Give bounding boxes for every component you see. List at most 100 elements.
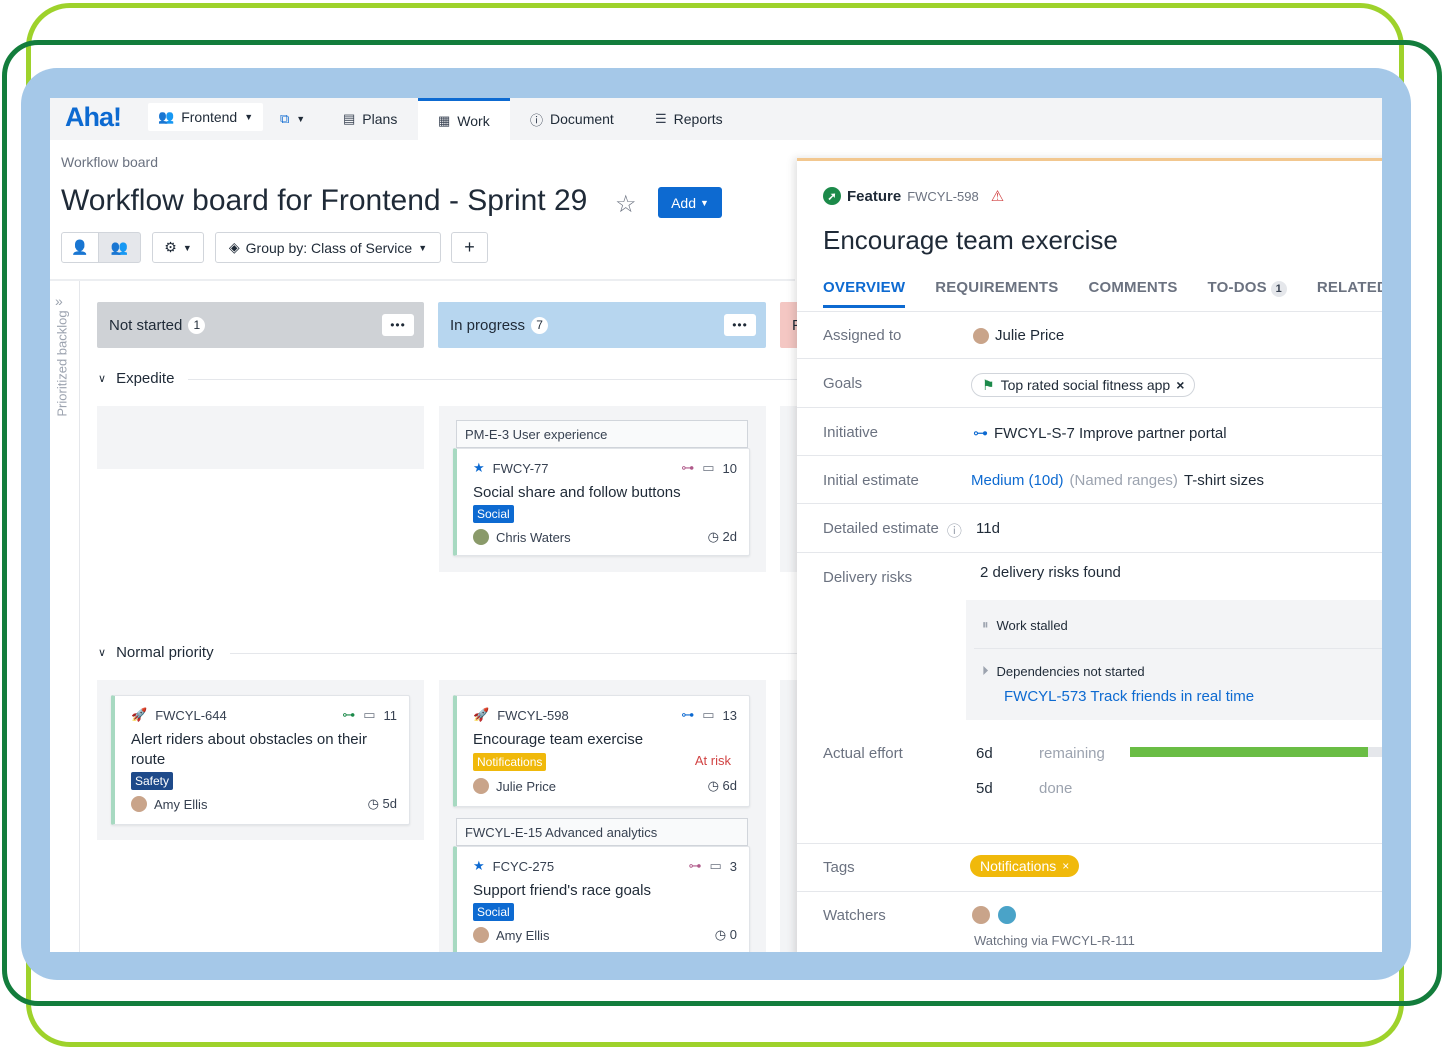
card-time: 6d: [722, 778, 737, 793]
prioritized-backlog-drawer[interactable]: » Prioritized backlog: [50, 281, 80, 952]
tag-chip-notifications[interactable]: Notifications ×: [970, 855, 1080, 877]
card-id: FWCYL-598: [497, 707, 569, 723]
nav-work[interactable]: ▦ Work: [418, 98, 510, 140]
initiative-value[interactable]: ⊶ FWCYL-S-7 Improve partner portal: [973, 424, 1227, 443]
column-header-not-started[interactable]: Not started 1 •••: [97, 302, 424, 348]
star-icon[interactable]: ☆: [615, 190, 637, 219]
caret-down-icon: ▼: [296, 114, 306, 124]
hierarchy-icon: ⊶: [342, 707, 356, 722]
avatar: [473, 778, 489, 794]
field-label: Actual effort: [823, 745, 903, 762]
risk-item[interactable]: ⏸ Work stalled: [982, 617, 1068, 633]
caret-down-icon: ▼: [182, 242, 192, 253]
chevron-down-icon: ∨: [98, 373, 107, 385]
feature-card[interactable]: ★ FCYC-275 ⊶ ▭ 3 Support friend's race goal…: [453, 846, 750, 952]
column-count: 7: [531, 316, 549, 334]
field-label: Detailed estimate: [823, 520, 939, 537]
hierarchy-icon: ⊶: [688, 858, 702, 873]
star-filled-icon: ★: [473, 858, 485, 873]
feature-detail-panel: ➚ Feature FWCYL-598 ⚠ Encourage team exe…: [797, 158, 1382, 952]
lane-label: Expedite: [116, 370, 175, 387]
lane-normal-priority[interactable]: ∨ Normal priority: [98, 644, 214, 661]
tab-requirements[interactable]: REQUIREMENTS: [935, 279, 1058, 308]
comment-count: 13: [722, 707, 737, 723]
add-column-button[interactable]: +: [451, 232, 488, 263]
detailed-estimate-value[interactable]: 11d: [976, 520, 1000, 537]
settings-button[interactable]: ⚙ ▼: [152, 232, 204, 263]
comment-icon: ▭: [363, 707, 376, 722]
recent-menu-button[interactable]: ⧉ ▼: [280, 100, 305, 138]
aha-logo[interactable]: Aha!: [65, 102, 122, 133]
workspace-label: Frontend: [181, 109, 238, 125]
risk-item[interactable]: ⏵ Dependencies not started: [982, 663, 1145, 679]
star-filled-icon: ★: [473, 460, 485, 475]
feature-card[interactable]: 🚀 FWCYL-598 ⊶ ▭ 13 Encourage team exercise …: [453, 695, 750, 807]
feature-card[interactable]: 🚀 FWCYL-644 ⊶ ▭ 11 Alert riders about obsta…: [111, 695, 410, 825]
chevron-down-icon: ∨: [98, 647, 107, 659]
initial-estimate-value[interactable]: Medium (10d) (Named ranges) T-shirt sizes: [971, 472, 1264, 489]
tab-todos[interactable]: TO-DOS 1: [1208, 279, 1287, 308]
add-button[interactable]: Add ▼: [658, 187, 722, 218]
tab-label: TO-DOS: [1207, 279, 1267, 296]
epic-header[interactable]: PM-E-3 User experience: [456, 420, 748, 448]
card-title: Social share and follow buttons: [473, 484, 681, 501]
view-mine-button[interactable]: 👤: [61, 232, 99, 263]
record-title[interactable]: Encourage team exercise: [823, 225, 1118, 256]
warning-icon[interactable]: ⚠: [991, 187, 1004, 205]
person-icon: 👤: [71, 239, 89, 255]
recent-icon: ⧉: [280, 111, 290, 126]
more-menu-button[interactable]: •••: [724, 314, 756, 336]
card-time: 2d: [722, 529, 737, 544]
comment-icon: ▭: [709, 858, 722, 873]
remove-icon[interactable]: ×: [1176, 377, 1184, 393]
field-divider: [797, 455, 1382, 456]
hierarchy-icon: ⊶: [973, 425, 988, 442]
tab-overview[interactable]: OVERVIEW: [823, 279, 906, 308]
status-badge: At risk: [694, 753, 731, 768]
assignee-name: Chris Waters: [496, 529, 571, 545]
card-title: Support friend's race goals: [473, 882, 651, 899]
page-title: Workflow board for Frontend - Sprint 29: [61, 184, 588, 217]
tag-social: Social: [473, 505, 514, 523]
lane-expedite[interactable]: ∨ Expedite: [98, 370, 174, 387]
card-time: 5d: [382, 796, 397, 811]
nav-document[interactable]: ⓘ Document: [530, 100, 614, 138]
feature-card[interactable]: ★ FWCY-77 ⊶ ▭ 10 Social share and follow bu…: [453, 448, 750, 556]
more-menu-button[interactable]: •••: [382, 314, 414, 336]
watchers-list[interactable]: [972, 906, 1016, 924]
goal-chip[interactable]: ⚑ Top rated social fitness app ×: [971, 373, 1196, 397]
column-header-in-progress[interactable]: In progress 7 •••: [438, 302, 766, 348]
field-label: Delivery risks: [823, 569, 913, 586]
assigned-to-value[interactable]: Julie Price: [973, 327, 1064, 344]
pause-icon: ⏸: [982, 617, 989, 632]
comment-count: 10: [722, 460, 737, 476]
assignee-name: Amy Ellis: [496, 927, 550, 943]
card-id: FWCYL-644: [155, 707, 227, 723]
nav-reports[interactable]: ☰ Reports: [655, 100, 723, 138]
tab-comments[interactable]: COMMENTS: [1088, 279, 1177, 308]
backlog-label: Prioritized backlog: [54, 310, 70, 417]
delivery-risks-list: ⏸ Work stalled ⏵ Dependencies not started …: [966, 600, 1382, 720]
tab-related[interactable]: RELATED8: [1317, 279, 1382, 308]
dependency-link[interactable]: FWCYL-573 Track friends in real time: [1004, 688, 1254, 705]
tag-name: Notifications: [980, 858, 1057, 874]
remaining-value[interactable]: 6d: [976, 745, 993, 762]
epic-header[interactable]: FWCYL-E-15 Advanced analytics: [456, 818, 748, 846]
help-icon[interactable]: ⓘ: [947, 520, 962, 541]
view-team-button[interactable]: 👥: [98, 232, 141, 263]
done-value[interactable]: 5d: [976, 780, 993, 797]
team-icon: 👥: [110, 239, 129, 255]
record-id[interactable]: FWCYL-598: [907, 189, 979, 204]
remove-icon[interactable]: ×: [1062, 859, 1069, 873]
remaining-label: remaining: [1039, 745, 1105, 762]
field-label: Tags: [823, 859, 855, 876]
group-by-select[interactable]: ◈ Group by: Class of Service ▼: [215, 232, 441, 263]
workspace-selector[interactable]: 👥 Frontend ▼: [148, 103, 263, 131]
estimate-value: Medium (10d): [971, 472, 1064, 489]
caret-down-icon: ▼: [700, 197, 709, 208]
tag-notifications: Notifications: [473, 753, 547, 771]
breadcrumb[interactable]: Workflow board: [61, 154, 158, 170]
avatar: [972, 906, 990, 924]
nav-plans[interactable]: ▤ Plans: [343, 100, 397, 138]
caret-down-icon: ▼: [418, 242, 428, 253]
